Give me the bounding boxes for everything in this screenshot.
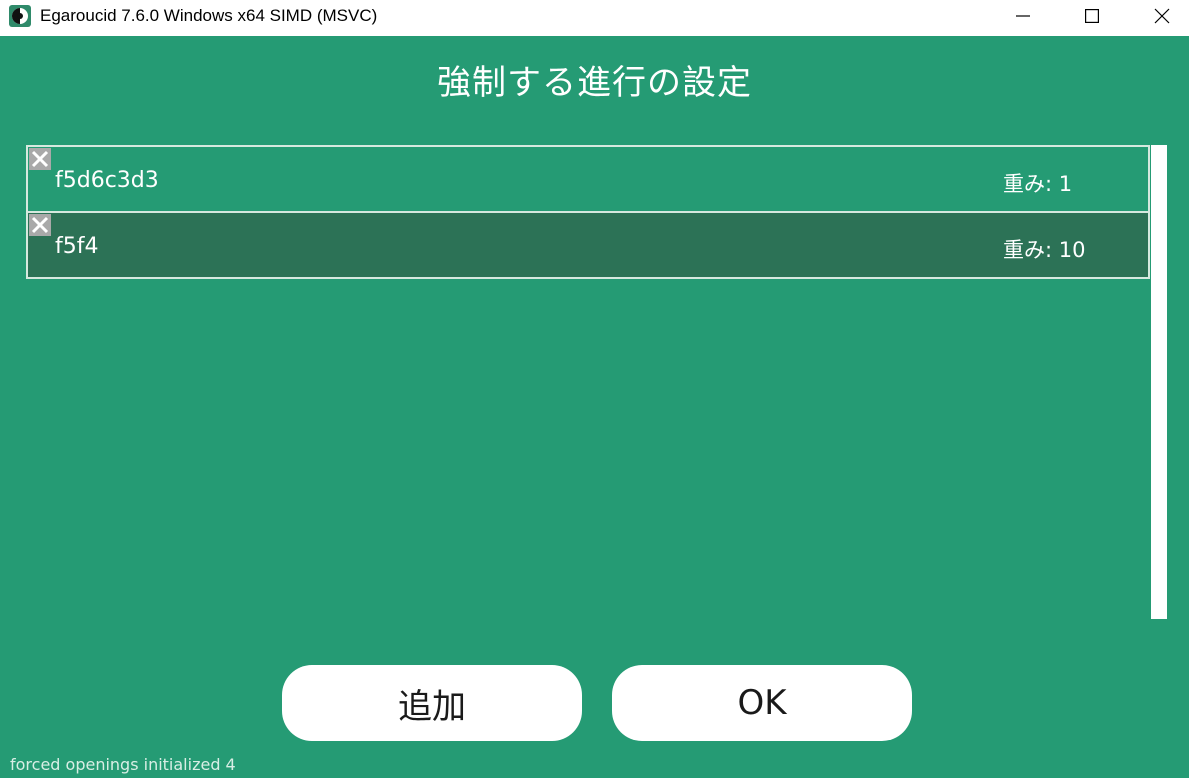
scrollbar[interactable] xyxy=(1151,145,1167,619)
minimize-icon xyxy=(1016,15,1030,17)
minimize-button[interactable] xyxy=(987,0,1059,32)
main-content: 強制する進行の設定 f5d6c3d3 重み: 1 f5f4 重み: 10 追加 … xyxy=(0,36,1189,778)
opening-moves: f5f4 xyxy=(55,234,99,259)
add-button[interactable]: 追加 xyxy=(282,665,582,741)
close-icon xyxy=(31,150,49,168)
maximize-button[interactable] xyxy=(1056,0,1128,32)
app-icon xyxy=(8,4,32,28)
close-icon xyxy=(1154,8,1170,24)
opening-moves: f5d6c3d3 xyxy=(55,168,159,193)
opening-list: f5d6c3d3 重み: 1 f5f4 重み: 10 xyxy=(26,145,1150,279)
status-text: forced openings initialized 4 xyxy=(10,755,236,774)
maximize-icon xyxy=(1085,9,1099,23)
window-title: Egaroucid 7.6.0 Windows x64 SIMD (MSVC) xyxy=(40,6,378,25)
delete-opening-button[interactable] xyxy=(29,148,51,170)
opening-weight[interactable]: 重み: 10 xyxy=(1003,234,1085,264)
ok-button[interactable]: OK xyxy=(612,665,912,741)
delete-opening-button[interactable] xyxy=(29,214,51,236)
opening-row[interactable]: f5d6c3d3 重み: 1 xyxy=(26,145,1150,213)
window-titlebar: Egaroucid 7.6.0 Windows x64 SIMD (MSVC) xyxy=(0,0,1189,36)
close-button[interactable] xyxy=(1126,0,1189,32)
page-title: 強制する進行の設定 xyxy=(437,63,752,103)
opening-row[interactable]: f5f4 重み: 10 xyxy=(26,211,1150,279)
opening-weight[interactable]: 重み: 1 xyxy=(1003,168,1072,198)
close-icon xyxy=(31,216,49,234)
